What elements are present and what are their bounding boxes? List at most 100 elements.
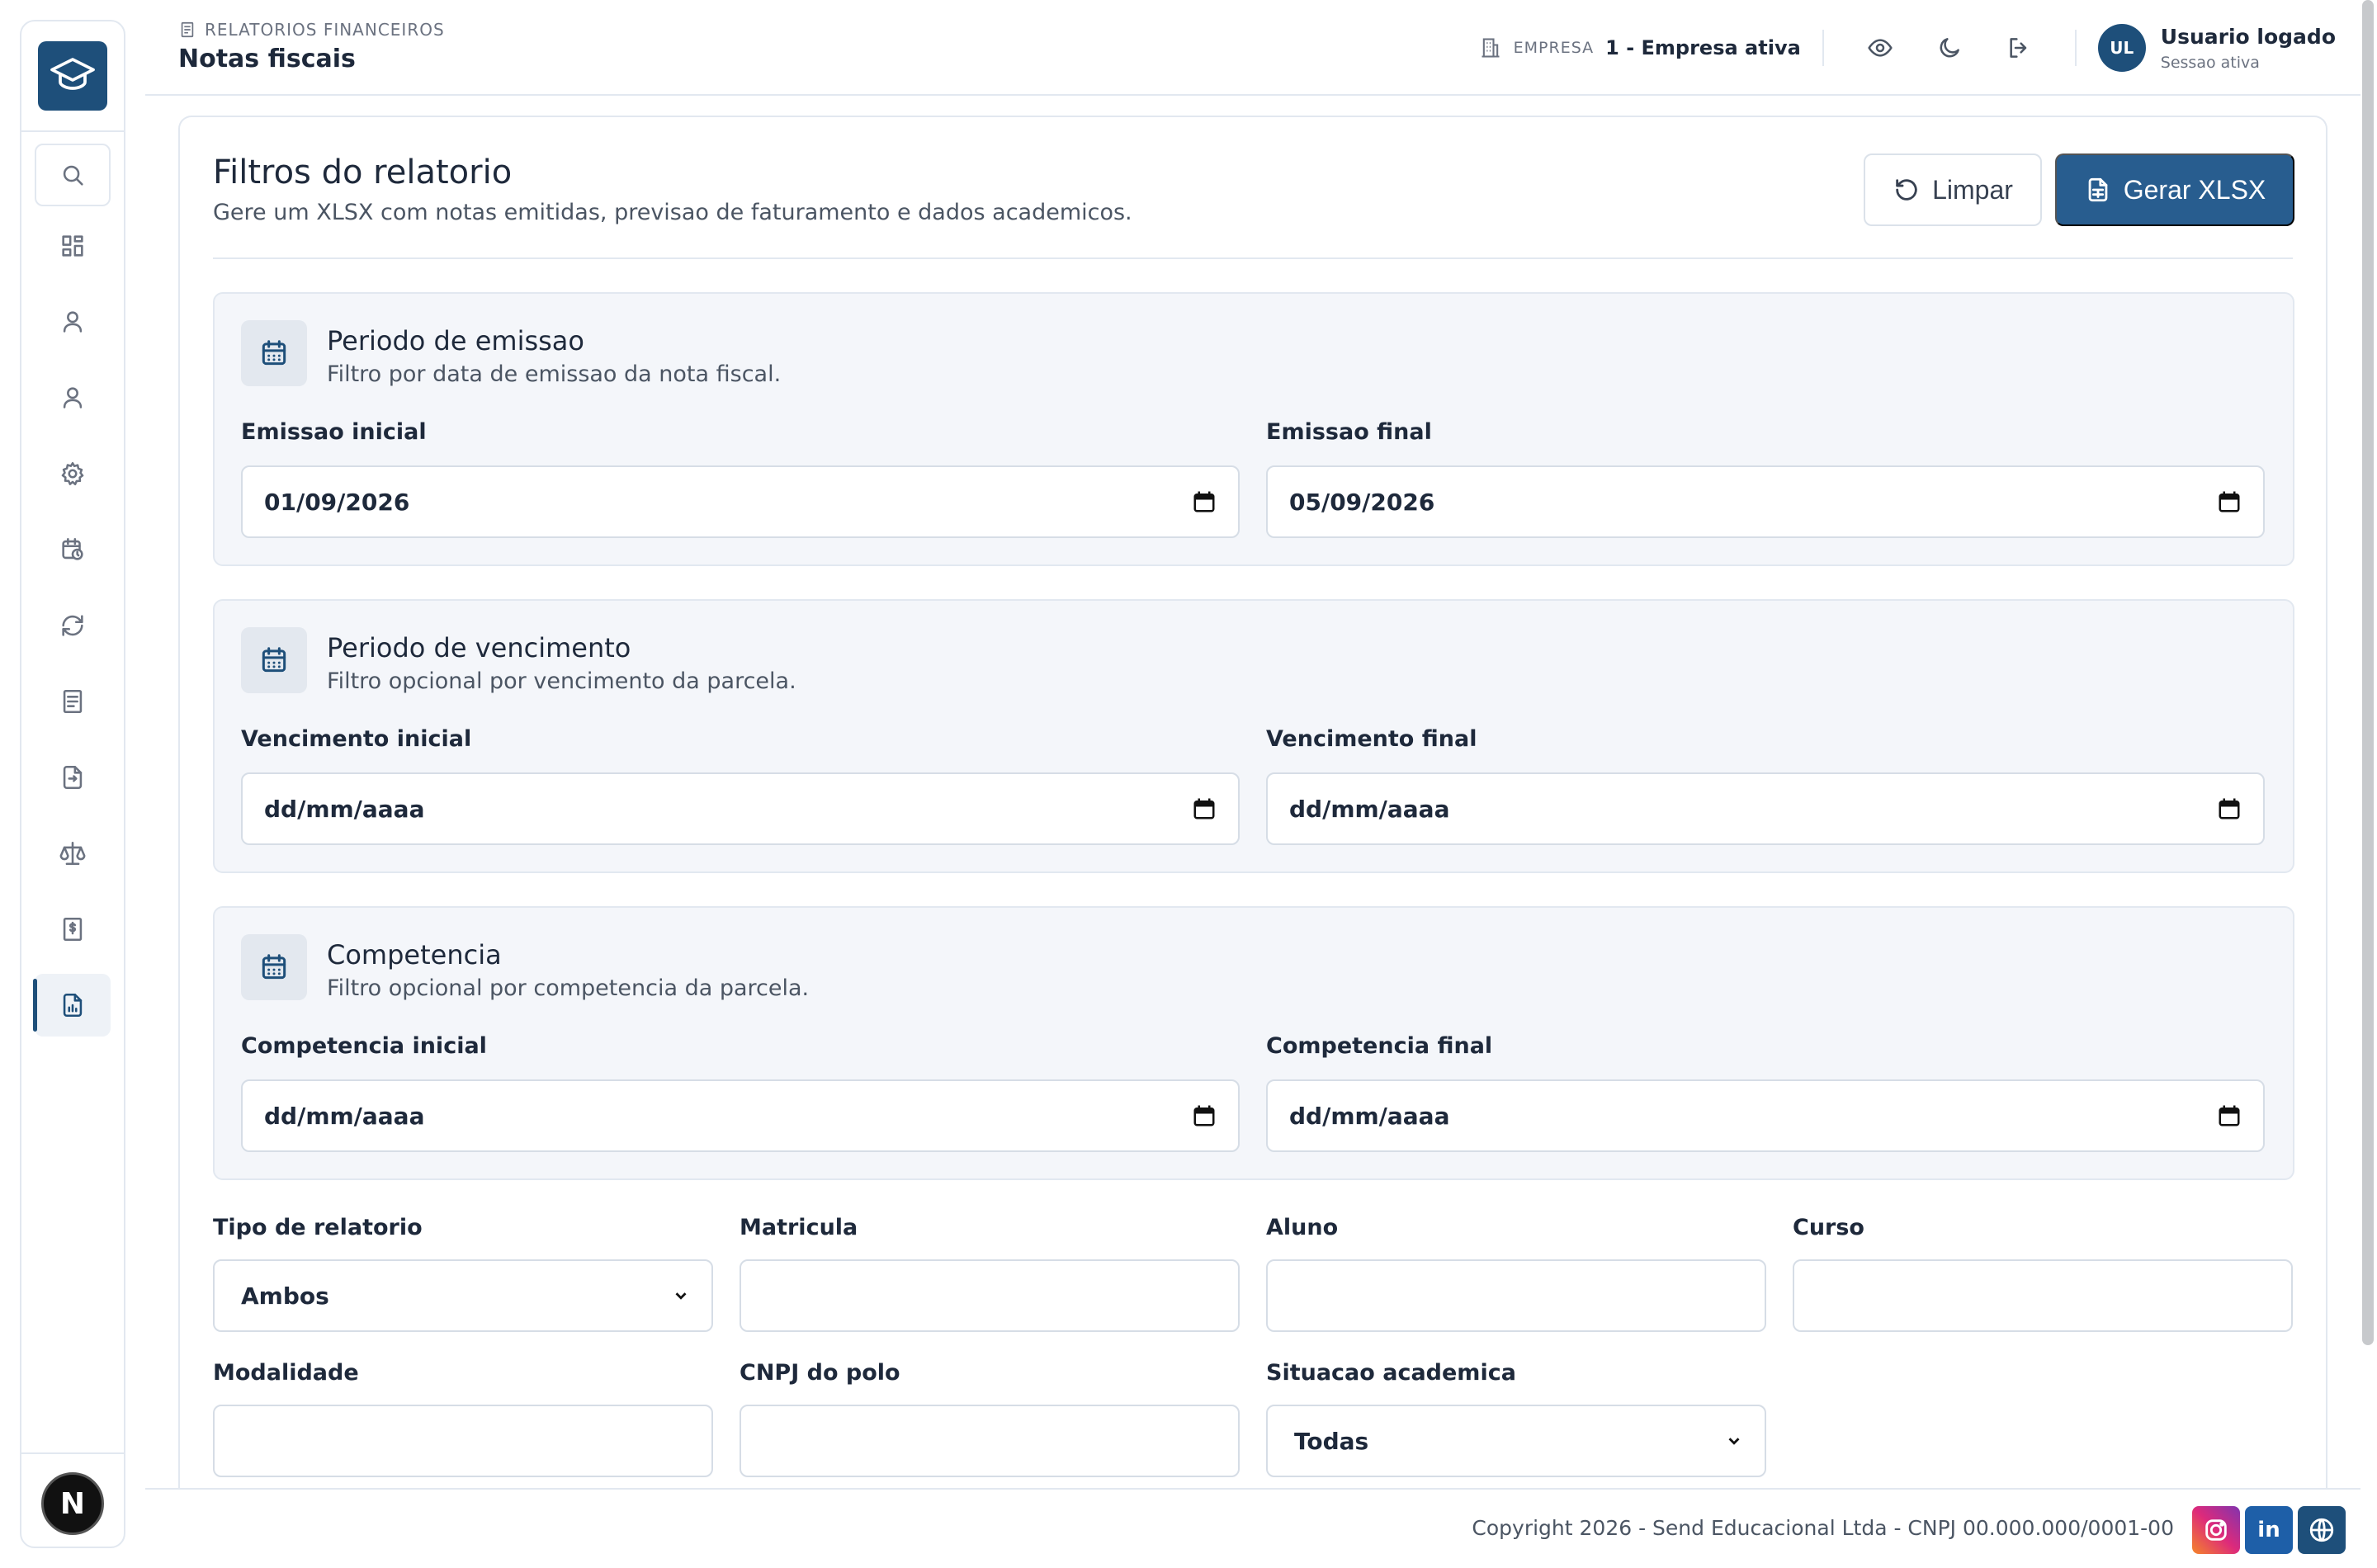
modality-label: Modalidade <box>213 1360 359 1386</box>
clear-button[interactable]: Limpar <box>1864 153 2042 226</box>
student-label: Aluno <box>1266 1215 1339 1240</box>
calendar-icon <box>241 320 307 386</box>
course-label: Curso <box>1793 1215 1864 1240</box>
issue-start-label: Emissao inicial <box>241 419 427 445</box>
company-selector[interactable]: EMPRESA 1 - Empresa ativa <box>1479 36 1801 59</box>
chevron-down-icon <box>675 1292 687 1300</box>
sidebar-divider <box>21 130 124 132</box>
date-placeholder: dd/mm/aaaa <box>1289 1102 1450 1130</box>
logout-icon <box>2010 38 2027 58</box>
breadcrumb: RELATORIOS FINANCEIROS <box>178 20 445 40</box>
eye-icon <box>1868 39 1893 57</box>
dollar-document-icon <box>63 917 83 942</box>
calendar-picker-icon[interactable] <box>2217 489 2242 514</box>
dashboard-icon <box>62 235 83 257</box>
logout-button[interactable] <box>1996 25 2042 71</box>
enrollment-input[interactable] <box>740 1259 1240 1332</box>
user-icon <box>63 311 83 333</box>
sidebar-item-reports[interactable] <box>33 974 111 1037</box>
sidebar-item-settings[interactable] <box>35 442 111 505</box>
document-icon <box>63 689 83 714</box>
competence-end-date-input[interactable]: dd/mm/aaaa <box>1266 1079 2265 1152</box>
sidebar-item-file-transfer[interactable] <box>35 746 111 809</box>
report-filters-card: Filtros do relatorio Gere um XLSX com no… <box>178 116 2327 1568</box>
website-link[interactable] <box>2298 1506 2346 1554</box>
calendar-clock-icon <box>62 537 83 560</box>
generate-xlsx-label: Gerar XLSX <box>2123 174 2266 205</box>
issue-period-section: Periodo de emissao Filtro por data de em… <box>213 292 2294 566</box>
modality-input[interactable] <box>213 1405 713 1477</box>
user-icon <box>63 387 83 409</box>
report-type-select[interactable]: Ambos <box>213 1259 713 1332</box>
user-status: Sessao ativa <box>2160 53 2260 72</box>
date-placeholder: dd/mm/aaaa <box>264 795 425 823</box>
due-start-date-input[interactable]: dd/mm/aaaa <box>241 772 1240 845</box>
calendar-picker-icon[interactable] <box>2217 1103 2242 1128</box>
calendar-picker-icon[interactable] <box>1192 796 1217 821</box>
generate-xlsx-button[interactable]: Gerar XLSX <box>2055 153 2294 226</box>
sidebar: N <box>20 20 125 1548</box>
issue-start-date-input[interactable]: 01/09/2026 <box>241 465 1240 538</box>
user-info[interactable]: Usuario logado Sessao ativa <box>2161 25 2336 72</box>
due-end-date-input[interactable]: dd/mm/aaaa <box>1266 772 2265 845</box>
academic-status-select[interactable]: Todas <box>1266 1405 1766 1477</box>
sidebar-divider <box>21 1452 124 1454</box>
theme-toggle-button[interactable] <box>1926 25 1973 71</box>
course-input[interactable] <box>1793 1259 2293 1332</box>
sidebar-item-legal[interactable] <box>35 822 111 885</box>
report-type-label: Tipo de relatorio <box>213 1215 423 1240</box>
page-footer: Copyright 2026 - Send Educacional Ltda -… <box>145 1488 2360 1568</box>
instagram-icon <box>2205 1519 2227 1541</box>
enrollment-label: Matricula <box>740 1215 858 1240</box>
linkedin-link[interactable]: in <box>2245 1506 2293 1554</box>
card-subtitle: Gere um XLSX com notas emitidas, previsa… <box>213 200 1132 225</box>
due-period-section: Periodo de vencimento Filtro opcional po… <box>213 599 2294 873</box>
sidebar-item-dashboard[interactable] <box>35 215 111 277</box>
select-value: Ambos <box>241 1282 329 1310</box>
sidebar-item-user-2[interactable] <box>35 366 111 429</box>
date-value: 05/09/2026 <box>1289 488 1435 516</box>
sidebar-search-button[interactable] <box>35 144 111 206</box>
card-title: Filtros do relatorio <box>213 153 513 191</box>
calendar-picker-icon[interactable] <box>2217 796 2242 821</box>
header-actions: EMPRESA 1 - Empresa ativa UL Usuario log… <box>1479 21 2336 74</box>
student-input[interactable] <box>1266 1259 1766 1332</box>
select-value: Todas <box>1294 1427 1369 1455</box>
sidebar-item-user-1[interactable] <box>35 290 111 353</box>
calendar-icon <box>241 934 307 1000</box>
issue-end-date-input[interactable]: 05/09/2026 <box>1266 465 2265 538</box>
section-subtitle: Filtro por data de emissao da nota fisca… <box>327 361 782 387</box>
competence-section: Competencia Filtro opcional por competen… <box>213 906 2294 1180</box>
sidebar-item-sync[interactable] <box>35 594 111 657</box>
section-title: Competencia <box>327 939 502 971</box>
user-name: Usuario logado <box>2160 24 2336 49</box>
sidebar-item-finance[interactable] <box>35 898 111 961</box>
section-subtitle: Filtro opcional por vencimento da parcel… <box>327 668 796 694</box>
avatar[interactable]: UL <box>2097 24 2146 72</box>
academic-status-label: Situacao academica <box>1266 1360 1516 1386</box>
section-title: Periodo de emissao <box>327 325 584 357</box>
visibility-toggle-button[interactable] <box>1857 25 1903 71</box>
instagram-link[interactable] <box>2192 1506 2240 1554</box>
company-label: EMPRESA <box>1513 39 1595 57</box>
competence-start-label: Competencia inicial <box>241 1033 487 1059</box>
issue-end-label: Emissao final <box>1266 419 1432 445</box>
graduation-cap-logo[interactable] <box>38 41 107 111</box>
sidebar-item-documents[interactable] <box>35 670 111 733</box>
page-scrollbar[interactable] <box>2362 0 2374 1345</box>
framework-badge[interactable]: N <box>41 1472 104 1535</box>
calendar-icon <box>241 627 307 693</box>
clear-button-label: Limpar <box>1932 174 2013 205</box>
calendar-picker-icon[interactable] <box>1192 1103 1217 1128</box>
building-icon <box>1481 38 1500 58</box>
due-end-label: Vencimento final <box>1266 726 1477 752</box>
calendar-picker-icon[interactable] <box>1192 489 1217 514</box>
sidebar-item-schedule[interactable] <box>35 518 111 581</box>
moon-icon <box>1940 38 1959 58</box>
competence-start-date-input[interactable]: dd/mm/aaaa <box>241 1079 1240 1152</box>
graduation-cap-icon <box>50 58 95 90</box>
competence-end-label: Competencia final <box>1266 1033 1493 1059</box>
due-start-label: Vencimento inicial <box>241 726 472 752</box>
cnpj-input[interactable] <box>740 1405 1240 1477</box>
date-placeholder: dd/mm/aaaa <box>1289 795 1450 823</box>
